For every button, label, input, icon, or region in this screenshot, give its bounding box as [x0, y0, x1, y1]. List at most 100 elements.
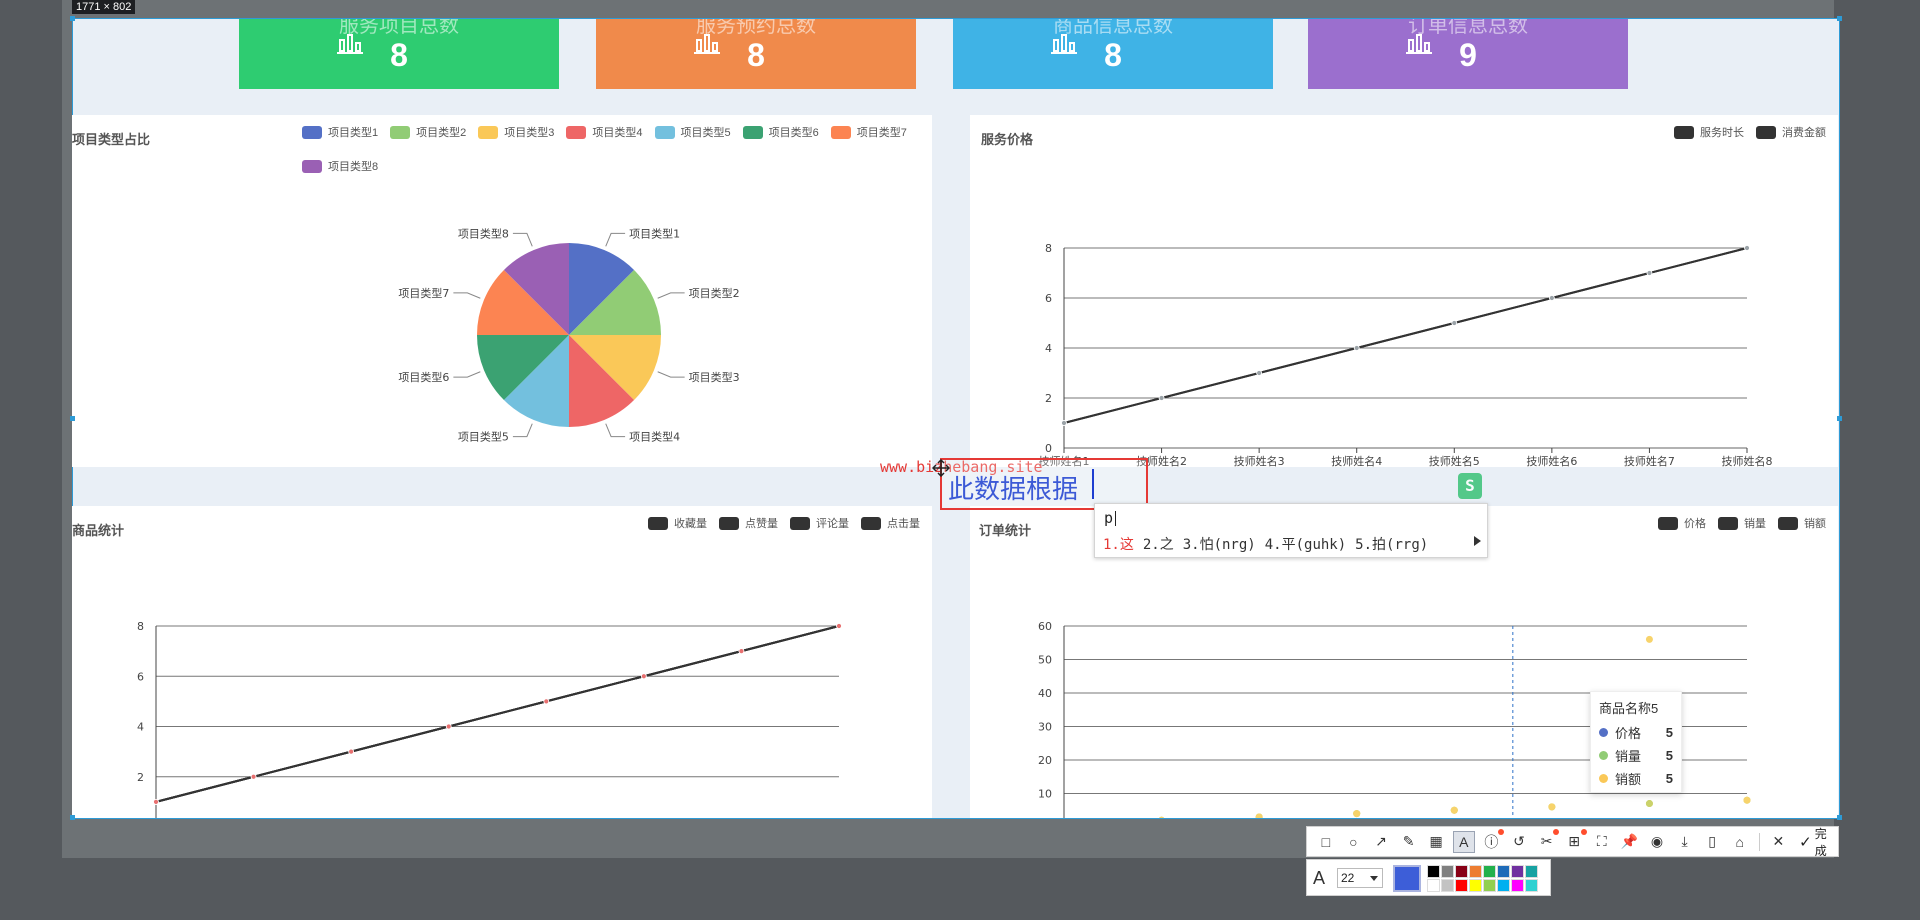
legend-label: 服务时长: [1700, 127, 1744, 139]
current-color-swatch[interactable]: [1393, 865, 1421, 892]
pie-legend: 项目类型1 项目类型2 项目类型3 项目类型4 项目类型5 项目类型6 项目类型7 项目类型8: [302, 115, 932, 183]
data-point: [1645, 635, 1653, 643]
resize-handle[interactable]: [1837, 16, 1842, 21]
legend-item[interactable]: 项目类型8: [302, 149, 378, 183]
legend-item[interactable]: 销额: [1778, 506, 1826, 540]
arrow-icon[interactable]: ↗: [1370, 831, 1392, 853]
data-point: [1548, 295, 1555, 301]
ime-candidate[interactable]: 2.之: [1143, 534, 1174, 554]
tooltip-dot: [1599, 751, 1608, 760]
stat-title: 服务项目总数: [339, 19, 459, 37]
legend-swatch: [1674, 125, 1694, 139]
legend-item[interactable]: 项目类型5: [654, 115, 731, 149]
ime-candidate[interactable]: 3.怕(nrg): [1183, 534, 1256, 554]
color-swatch[interactable]: [1427, 865, 1440, 878]
resize-handle[interactable]: [70, 416, 75, 421]
legend-item[interactable]: 项目类型1: [302, 115, 378, 149]
stat-card-service-items: 服务项目总数 8: [239, 19, 559, 89]
color-swatch[interactable]: [1441, 879, 1454, 892]
color-swatch[interactable]: [1511, 865, 1524, 878]
legend-item[interactable]: 项目类型4: [566, 115, 643, 149]
legend-item[interactable]: 收藏量: [648, 506, 707, 540]
pencil-icon[interactable]: ✎: [1398, 831, 1420, 853]
next-page-icon[interactable]: [1474, 536, 1481, 546]
y-tick-label: 10: [1038, 788, 1052, 801]
done-button[interactable]: ✓ 完成: [1799, 825, 1838, 859]
legend-label: 收藏量: [674, 518, 707, 530]
font-size-select[interactable]: 22: [1337, 868, 1383, 888]
data-point: [1255, 813, 1263, 818]
full-screen-icon[interactable]: ⛶: [1591, 831, 1613, 853]
pie-label-line: [605, 423, 626, 438]
data-point: [153, 798, 159, 805]
legend-swatch: [790, 516, 810, 530]
bookmark-icon[interactable]: ⌂: [1729, 831, 1751, 853]
mosaic-icon[interactable]: ▦: [1425, 831, 1447, 853]
resize-handle[interactable]: [70, 815, 75, 820]
number-icon[interactable]: ⓘ: [1481, 828, 1505, 853]
download-icon[interactable]: ⤓: [1674, 831, 1696, 853]
resize-handle[interactable]: [1837, 416, 1842, 421]
resize-handle[interactable]: [70, 16, 75, 21]
record-icon[interactable]: ◉: [1646, 831, 1668, 853]
text-icon[interactable]: A: [1452, 830, 1475, 853]
legend-item[interactable]: 项目类型3: [478, 115, 554, 149]
tooltip-name: 销额: [1615, 772, 1642, 787]
legend-item[interactable]: 服务时长: [1674, 115, 1744, 149]
scissors-icon[interactable]: ✂: [1536, 828, 1560, 853]
stat-value: 8: [390, 37, 408, 73]
notification-dot: [1580, 828, 1587, 835]
legend-item[interactable]: 项目类型7: [830, 115, 907, 149]
close-icon[interactable]: ✕: [1768, 831, 1790, 853]
data-point: [445, 723, 452, 730]
tooltip-row: 价格 5: [1599, 721, 1673, 744]
pie-label: 项目类型8: [458, 226, 509, 240]
capture-size-label: 1771 × 802: [72, 0, 136, 14]
legend-item[interactable]: 销量: [1718, 506, 1766, 540]
color-swatch[interactable]: [1469, 865, 1482, 878]
undo-icon[interactable]: ↺: [1508, 831, 1530, 853]
legend-swatch: [830, 125, 851, 139]
pin-icon[interactable]: 📌: [1619, 831, 1641, 853]
legend-item[interactable]: 点赞量: [719, 506, 778, 540]
pie-label: 项目类型1: [629, 226, 680, 240]
color-swatch[interactable]: [1497, 879, 1510, 892]
legend-item[interactable]: 评论量: [790, 506, 849, 540]
tooltip-dot: [1599, 728, 1608, 737]
y-tick-label: 8: [137, 620, 144, 633]
ime-candidate[interactable]: 5.拍(rrg): [1355, 534, 1428, 554]
legend-item[interactable]: 项目类型6: [742, 115, 819, 149]
color-swatch[interactable]: [1525, 865, 1538, 878]
color-swatch[interactable]: [1525, 879, 1538, 892]
color-swatch[interactable]: [1455, 865, 1468, 878]
legend-item[interactable]: 点击量: [861, 506, 920, 540]
color-swatch[interactable]: [1469, 879, 1482, 892]
ime-candidate[interactable]: 4.平(guhk): [1265, 534, 1346, 554]
legend-swatch: [302, 159, 322, 173]
legend-label: 项目类型7: [856, 127, 907, 139]
legend-label: 评论量: [816, 518, 849, 530]
color-swatch[interactable]: [1511, 879, 1524, 892]
phone-icon[interactable]: ▯: [1701, 831, 1723, 853]
legend-item[interactable]: 消费金额: [1756, 115, 1826, 149]
resize-handle[interactable]: [1837, 815, 1842, 820]
ime-candidate[interactable]: 1.这: [1103, 534, 1134, 554]
color-swatch[interactable]: [1483, 865, 1496, 878]
y-tick-label: 4: [1045, 342, 1052, 355]
legend-item[interactable]: 价格: [1658, 506, 1706, 540]
rectangle-icon[interactable]: □: [1315, 831, 1337, 853]
color-swatch[interactable]: [1455, 879, 1468, 892]
ocr-icon[interactable]: ⊞: [1563, 828, 1587, 853]
data-point: [1353, 345, 1360, 351]
ime-candidate-window[interactable]: S p 1.这 2.之 3.怕(nrg) 4.平(guhk) 5.拍(rrg): [1094, 473, 1488, 558]
stat-title: 商品信息总数: [1053, 19, 1173, 37]
color-swatch[interactable]: [1427, 879, 1440, 892]
color-swatch[interactable]: [1497, 865, 1510, 878]
ellipse-icon[interactable]: ○: [1343, 831, 1365, 853]
y-tick-label: 50: [1038, 654, 1052, 667]
legend-swatch: [719, 516, 739, 530]
color-swatch[interactable]: [1483, 879, 1496, 892]
color-swatch[interactable]: [1441, 865, 1454, 878]
legend-item[interactable]: 项目类型2: [390, 115, 466, 149]
pie-label: 项目类型7: [398, 286, 449, 300]
